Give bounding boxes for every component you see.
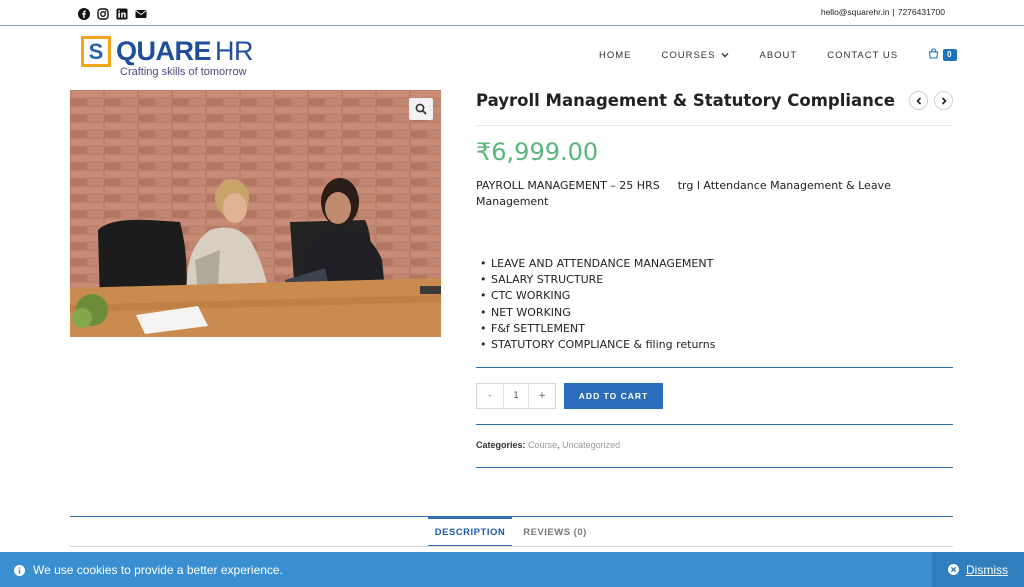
logo-s-box: S xyxy=(81,36,111,67)
description-part-1: PAYROLL MANAGEMENT – 25 HRS xyxy=(476,179,660,192)
next-product-button[interactable] xyxy=(934,91,953,110)
site-header: S QUARE HR Crafting skills of tomorrow HO… xyxy=(0,27,1024,89)
logo-hr: HR xyxy=(215,36,254,66)
list-item: LEAVE AND ATTENDANCE MANAGEMENT xyxy=(480,256,715,272)
top-bar: hello@squarehr.in | 7276431700 xyxy=(0,0,1024,26)
magnifier-icon xyxy=(415,100,427,119)
nav-home[interactable]: HOME xyxy=(599,50,632,61)
list-item: NET WORKING xyxy=(480,305,715,321)
list-item: F&f SETTLEMENT xyxy=(480,321,715,337)
add-to-cart-button[interactable]: ADD TO CART xyxy=(564,383,663,409)
site-logo[interactable]: S QUARE HR Crafting skills of tomorrow xyxy=(80,33,270,79)
nav-courses[interactable]: COURSES xyxy=(662,50,730,61)
nav-contact[interactable]: CONTACT US xyxy=(827,50,898,61)
list-item: STATUTORY COMPLIANCE & filing returns xyxy=(480,337,715,353)
chevron-right-icon xyxy=(941,96,947,105)
linkedin-icon[interactable] xyxy=(116,5,128,20)
previous-product-button[interactable] xyxy=(909,91,928,110)
facebook-icon[interactable] xyxy=(78,5,90,20)
qty-input[interactable]: 1 xyxy=(503,384,529,408)
product-nav xyxy=(909,91,953,110)
cookie-message: We use cookies to provide a better exper… xyxy=(14,563,283,577)
product-short-description: PAYROLL MANAGEMENT – 25 HRS trg l Attenda… xyxy=(476,178,946,210)
nav-courses-label: COURSES xyxy=(661,49,716,61)
meta-bottom-divider xyxy=(476,467,953,468)
close-circle-icon xyxy=(948,564,959,575)
category-link-course[interactable]: Course xyxy=(528,440,557,450)
quantity-stepper: - 1 + xyxy=(476,383,556,409)
categories-label: Categories: xyxy=(476,440,526,450)
list-item: CTC WORKING xyxy=(480,288,715,304)
social-links xyxy=(78,5,147,20)
product-title: Payroll Management & Statutory Complianc… xyxy=(476,91,895,110)
product-meta: Categories: Course, Uncategorized xyxy=(476,440,620,450)
qty-plus-button[interactable]: + xyxy=(529,384,555,408)
top-email[interactable]: hello@squarehr.in xyxy=(821,7,890,17)
nav-about[interactable]: ABOUT xyxy=(759,50,797,61)
envelope-icon[interactable] xyxy=(135,5,147,18)
cookie-dismiss-button[interactable]: Dismiss xyxy=(932,552,1024,587)
categories-separator: , xyxy=(557,440,560,450)
top-separator: | xyxy=(892,7,895,17)
logo-wordmark: QUARE HR xyxy=(116,36,254,66)
zoom-button[interactable] xyxy=(409,98,433,120)
cookie-notice: We use cookies to provide a better exper… xyxy=(0,552,1024,587)
chevron-down-icon xyxy=(721,51,729,59)
product-price: ₹6,999.00 xyxy=(476,138,599,166)
list-item: SALARY STRUCTURE xyxy=(480,272,715,288)
logo-tagline: Crafting skills of tomorrow xyxy=(120,66,247,78)
title-divider xyxy=(476,125,953,126)
cart-top-divider xyxy=(476,367,953,368)
main-nav: HOME COURSES ABOUT CONTACT US 0 xyxy=(599,48,957,62)
chevron-left-icon xyxy=(915,96,921,105)
tabs-bottom-rule xyxy=(70,546,953,547)
info-icon xyxy=(14,564,25,576)
cart-link[interactable]: 0 xyxy=(928,48,957,62)
instagram-icon[interactable] xyxy=(97,5,109,20)
top-contact: hello@squarehr.in | 7276431700 xyxy=(821,7,945,17)
top-phone[interactable]: 7276431700 xyxy=(898,7,945,17)
cart-bottom-divider xyxy=(476,424,953,425)
product-image[interactable] xyxy=(70,90,441,337)
qty-minus-button[interactable]: - xyxy=(477,384,503,408)
course-topics-list: LEAVE AND ATTENDANCE MANAGEMENT SALARY S… xyxy=(480,256,715,353)
dismiss-label: Dismiss xyxy=(966,562,1008,577)
tab-reviews[interactable]: REVIEWS (0) xyxy=(516,517,594,547)
tab-description[interactable]: DESCRIPTION xyxy=(428,517,512,547)
category-link-uncategorized[interactable]: Uncategorized xyxy=(562,440,620,450)
logo-quare: QUARE xyxy=(116,36,212,66)
shopping-bag-icon xyxy=(928,48,939,62)
cart-count-badge: 0 xyxy=(943,49,957,61)
cookie-text: We use cookies to provide a better exper… xyxy=(33,563,283,577)
meeting-photo xyxy=(70,90,441,337)
